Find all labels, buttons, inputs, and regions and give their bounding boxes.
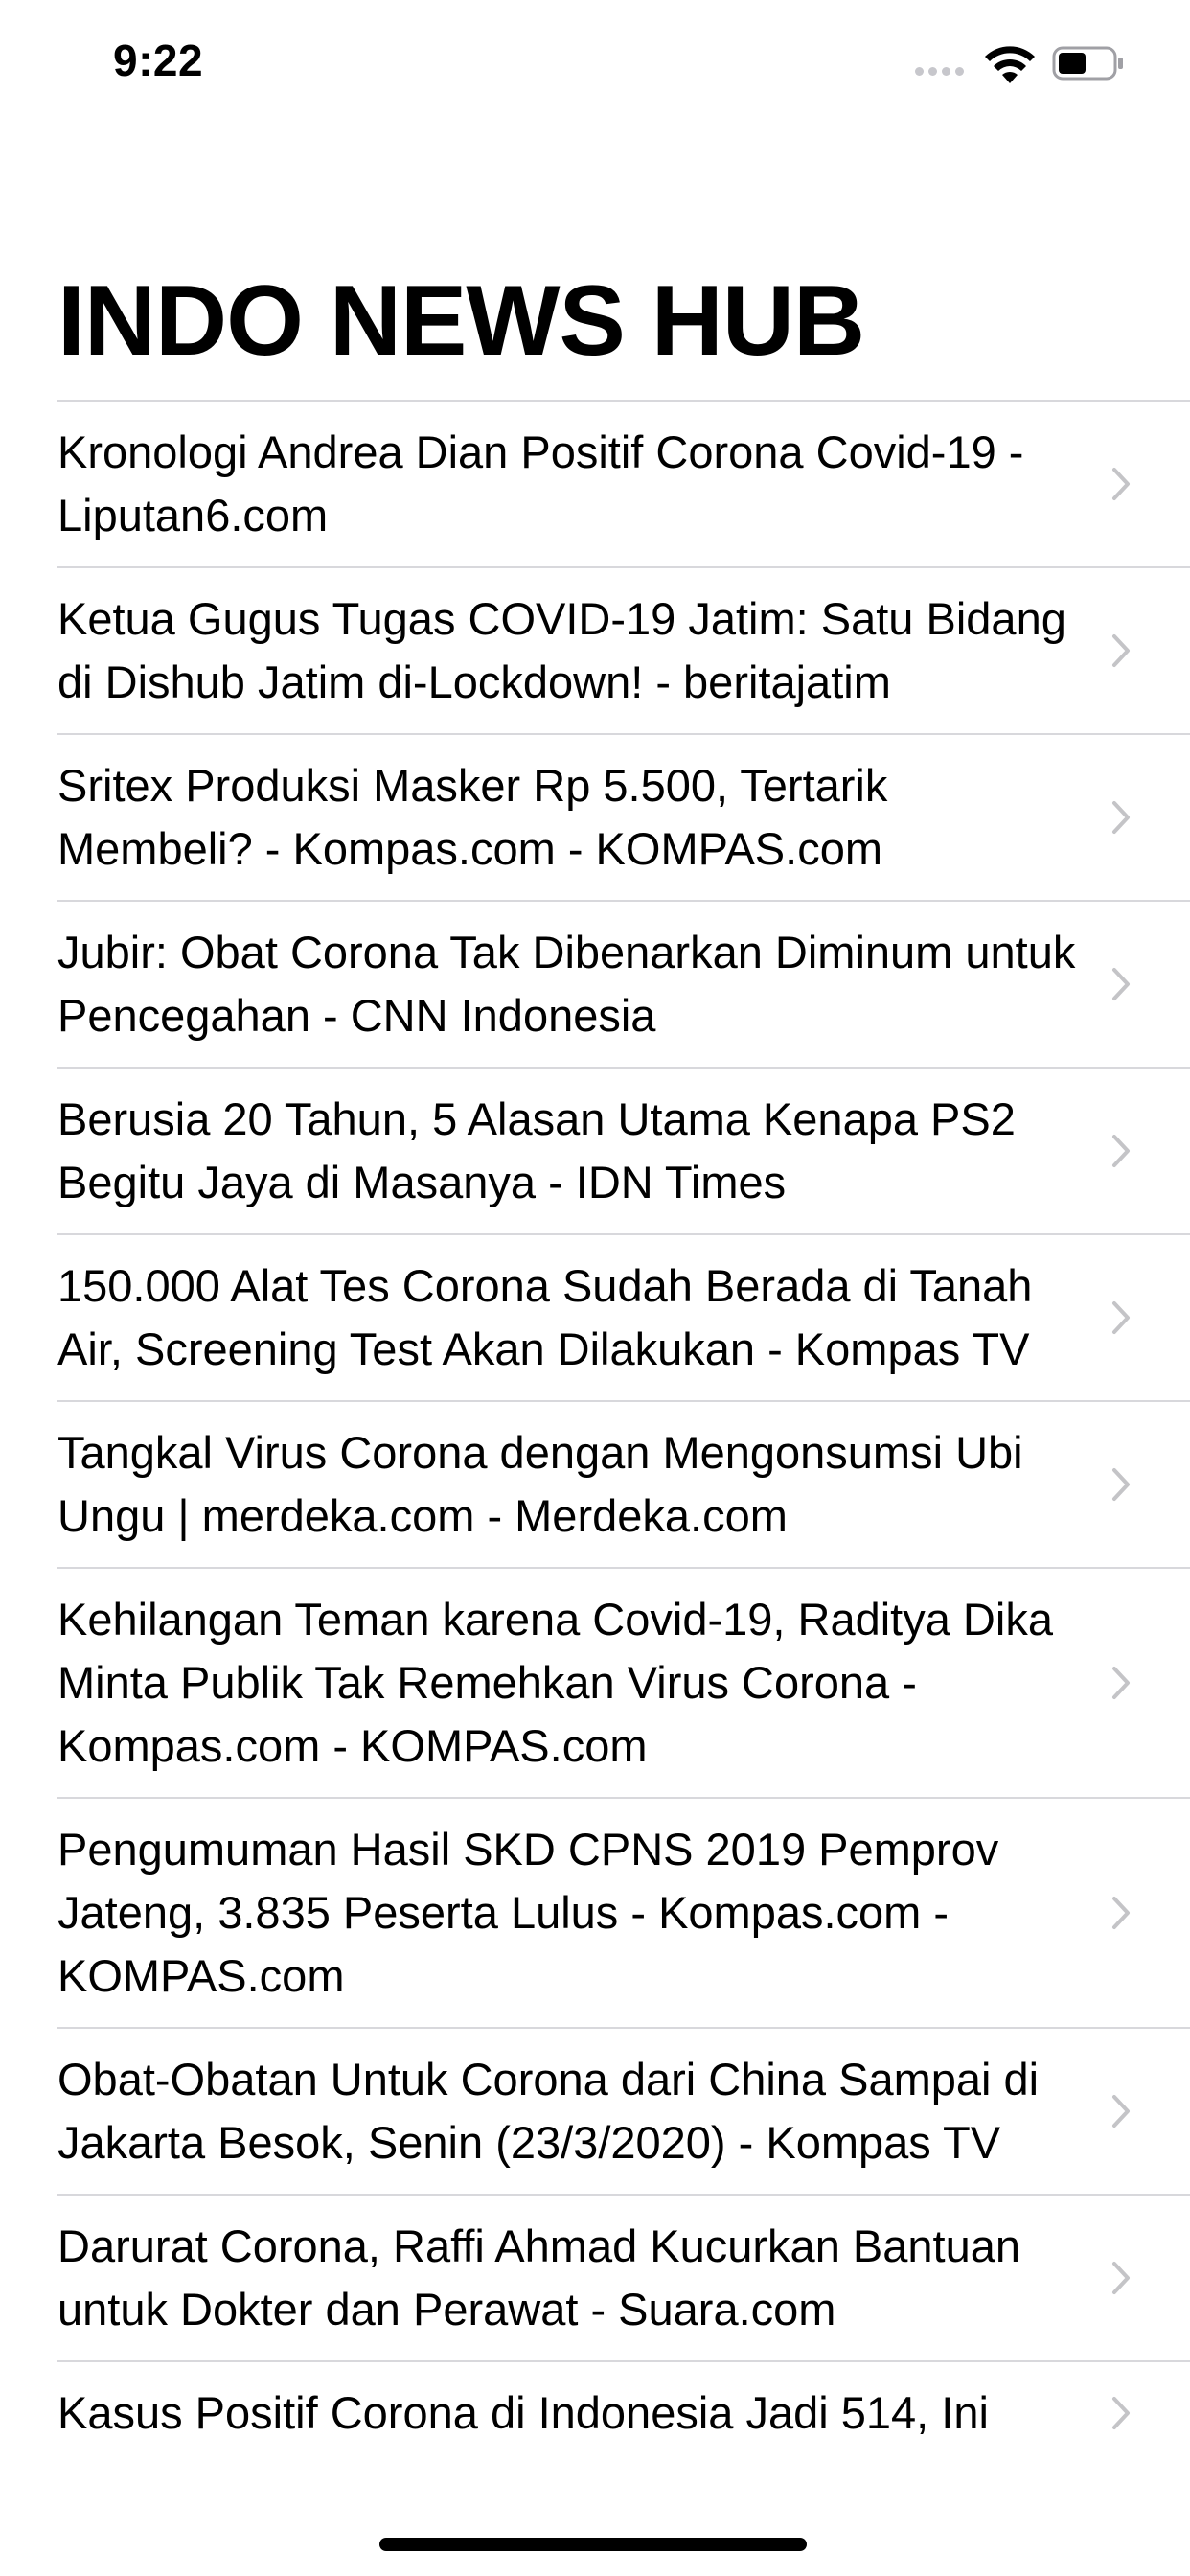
news-item-title: Sritex Produksi Masker Rp 5.500, Tertari… bbox=[57, 760, 888, 874]
news-item-title: Kehilangan Teman karena Covid-19, Radity… bbox=[57, 1594, 1053, 1771]
signal-dots-icon bbox=[915, 67, 964, 76]
news-list-item[interactable]: Kronologi Andrea Dian Positif Corona Cov… bbox=[57, 400, 1190, 566]
chevron-right-icon bbox=[1112, 1667, 1130, 1699]
chevron-right-icon bbox=[1112, 2397, 1130, 2429]
news-item-title: Kronologi Andrea Dian Positif Corona Cov… bbox=[57, 426, 1024, 540]
chevron-right-icon bbox=[1112, 1897, 1130, 1929]
news-list: Kronologi Andrea Dian Positif Corona Cov… bbox=[0, 400, 1190, 2464]
wifi-icon bbox=[985, 46, 1035, 83]
news-item-title: Obat-Obatan Untuk Corona dari China Samp… bbox=[57, 2054, 1040, 2168]
news-list-item[interactable]: Ketua Gugus Tugas COVID-19 Jatim: Satu B… bbox=[57, 566, 1190, 733]
news-list-item[interactable]: Darurat Corona, Raffi Ahmad Kucurkan Ban… bbox=[57, 2194, 1190, 2360]
news-item-title: Pengumuman Hasil SKD CPNS 2019 Pemprov J… bbox=[57, 1824, 999, 2001]
news-item-title: Darurat Corona, Raffi Ahmad Kucurkan Ban… bbox=[57, 2220, 1020, 2334]
news-list-item[interactable]: Obat-Obatan Untuk Corona dari China Samp… bbox=[57, 2027, 1190, 2194]
home-indicator[interactable] bbox=[379, 2538, 807, 2551]
page-title: INDO NEWS HUB bbox=[57, 265, 865, 377]
news-list-item[interactable]: Pengumuman Hasil SKD CPNS 2019 Pemprov J… bbox=[57, 1797, 1190, 2027]
news-item-title: Ketua Gugus Tugas COVID-19 Jatim: Satu B… bbox=[57, 593, 1066, 707]
news-list-item[interactable]: Tangkal Virus Corona dengan Mengonsumsi … bbox=[57, 1400, 1190, 1567]
news-list-item[interactable]: Kasus Positif Corona di Indonesia Jadi 5… bbox=[57, 2360, 1190, 2464]
news-list-item[interactable]: Sritex Produksi Masker Rp 5.500, Tertari… bbox=[57, 733, 1190, 900]
news-item-title: 150.000 Alat Tes Corona Sudah Berada di … bbox=[57, 1260, 1033, 1374]
battery-icon bbox=[1052, 46, 1123, 80]
news-list-item[interactable]: Berusia 20 Tahun, 5 Alasan Utama Kenapa … bbox=[57, 1067, 1190, 1233]
chevron-right-icon bbox=[1112, 1468, 1130, 1501]
news-item-title: Jubir: Obat Corona Tak Dibenarkan Diminu… bbox=[57, 927, 1076, 1041]
news-item-title: Kasus Positif Corona di Indonesia Jadi 5… bbox=[57, 2387, 989, 2438]
chevron-right-icon bbox=[1112, 968, 1130, 1000]
news-list-item[interactable]: Jubir: Obat Corona Tak Dibenarkan Diminu… bbox=[57, 900, 1190, 1067]
chevron-right-icon bbox=[1112, 2095, 1130, 2128]
chevron-right-icon bbox=[1112, 1135, 1130, 1167]
news-list-item[interactable]: 150.000 Alat Tes Corona Sudah Berada di … bbox=[57, 1233, 1190, 1400]
news-item-title: Tangkal Virus Corona dengan Mengonsumsi … bbox=[57, 1427, 1023, 1541]
chevron-right-icon bbox=[1112, 2262, 1130, 2294]
chevron-right-icon bbox=[1112, 468, 1130, 500]
news-item-title: Berusia 20 Tahun, 5 Alasan Utama Kenapa … bbox=[57, 1093, 1016, 1208]
status-time: 9:22 bbox=[113, 35, 204, 85]
chevron-right-icon bbox=[1112, 634, 1130, 667]
chevron-right-icon bbox=[1112, 801, 1130, 834]
status-bar: 9:22 bbox=[0, 0, 1190, 126]
news-list-item[interactable]: Kehilangan Teman karena Covid-19, Radity… bbox=[57, 1567, 1190, 1797]
chevron-right-icon bbox=[1112, 1301, 1130, 1334]
